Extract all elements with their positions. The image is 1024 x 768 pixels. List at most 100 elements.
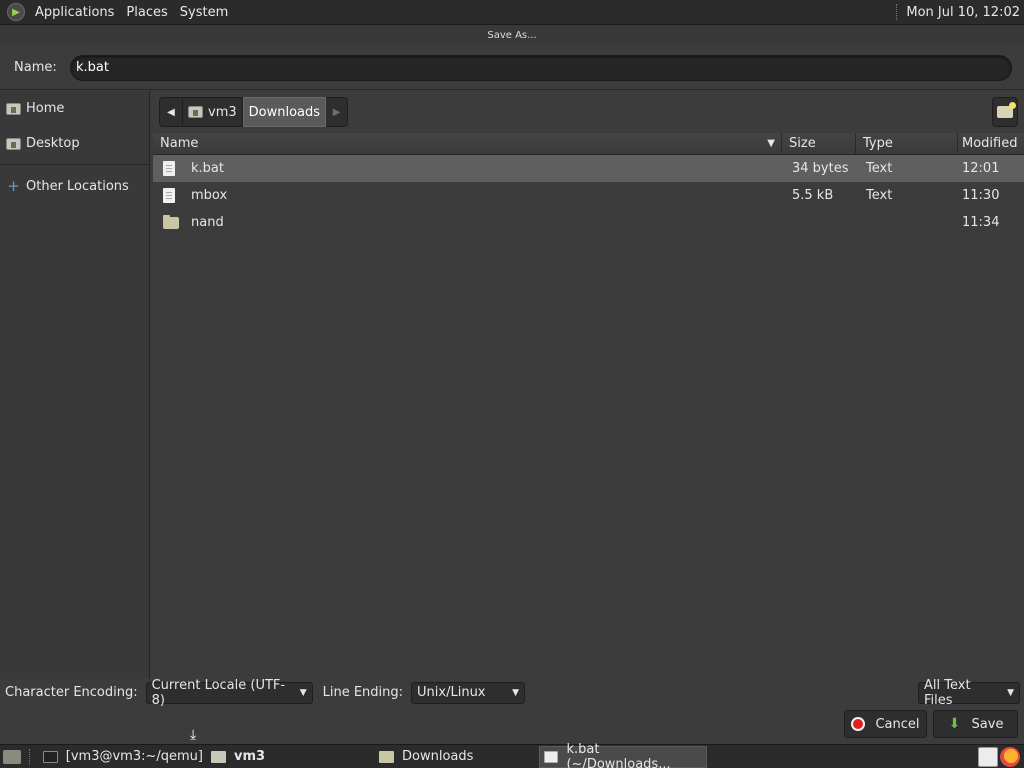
clock-area: Mon Jul 10, 12:02: [896, 0, 1024, 25]
file-row[interactable]: mbox 5.5 kB Text 11:30: [153, 182, 1024, 209]
save-label: Save: [971, 716, 1004, 732]
column-label: Modified: [962, 136, 1018, 151]
dropdown-arrow-icon: ▼: [1007, 687, 1014, 698]
encoding-dropdown[interactable]: Current Locale (UTF-8) ▼: [145, 678, 313, 708]
file-type: Text: [866, 161, 893, 176]
line-ending-value: Unix/Linux: [417, 685, 486, 700]
text-file-icon: [163, 188, 175, 203]
column-modified[interactable]: Modified: [958, 133, 1024, 155]
encoding-value: Current Locale (UTF-8): [151, 677, 286, 708]
column-label: Size: [789, 136, 816, 151]
menu-system[interactable]: System: [174, 5, 234, 20]
home-folder-icon: [6, 102, 21, 115]
file-browser: ◀ vm3 Downloads ▶ Name ▼ Size Type Modif…: [153, 91, 1024, 679]
places-sidebar: Home Desktop + Other Locations: [0, 91, 150, 679]
sidebar-item-other-locations[interactable]: + Other Locations: [0, 169, 149, 204]
sidebar-item-label: Home: [26, 101, 65, 116]
chevron-right-icon: ▶: [332, 106, 341, 118]
plus-icon: +: [7, 177, 20, 195]
column-header: Name ▼ Size Type Modified: [153, 132, 1024, 155]
line-ending-label: Line Ending:: [322, 685, 404, 700]
create-folder-button[interactable]: [992, 97, 1018, 127]
desktop-folder-icon: [6, 137, 21, 150]
text-editor-icon: [544, 750, 559, 763]
save-options: Character Encoding: Current Locale (UTF-…: [0, 678, 1024, 708]
file-row[interactable]: k.bat 34 bytes Text 12:01: [153, 155, 1024, 182]
terminal-icon: [43, 750, 58, 763]
save-button[interactable]: ⬇ Save: [933, 710, 1018, 738]
new-folder-icon: [997, 102, 1016, 118]
taskbar-item-terminal[interactable]: [vm3@vm3:~/qemu]: [39, 746, 207, 768]
sidebar-divider: [0, 164, 149, 165]
line-ending-dropdown[interactable]: Unix/Linux ▼: [411, 681, 526, 704]
menu-places[interactable]: Places: [120, 5, 173, 20]
dialog-title: Save As...: [0, 25, 1024, 46]
path-back-button[interactable]: ◀: [159, 97, 183, 127]
column-label: Type: [863, 136, 893, 151]
name-label: Name:: [14, 60, 57, 75]
home-folder-icon: [211, 750, 226, 763]
path-bar: ◀ vm3 Downloads ▶: [153, 91, 1024, 133]
taskbar: [vm3@vm3:~/qemu] vm3 Downloads k.bat (~/…: [0, 742, 1024, 768]
file-type: [856, 209, 958, 236]
home-folder-icon: [188, 106, 203, 118]
save-download-icon: ⬇: [948, 716, 961, 732]
path-forward-button[interactable]: ▶: [326, 97, 349, 127]
file-name-cell: mbox: [153, 182, 782, 209]
main-menu: ▶ Applications Places System: [0, 0, 234, 25]
top-panel: ▶ Applications Places System Mon Jul 10,…: [0, 0, 1024, 25]
name-row: Name:: [0, 46, 1024, 90]
file-name-cell: k.bat: [153, 155, 782, 182]
dropdown-arrow-icon: ▼: [299, 687, 307, 698]
sidebar-item-desktop[interactable]: Desktop: [0, 126, 149, 161]
filename-input[interactable]: [70, 54, 1012, 81]
taskbar-item-label: Downloads: [402, 749, 474, 764]
show-desktop-icon[interactable]: [3, 749, 21, 764]
taskbar-item-label: [vm3@vm3:~/qemu]: [65, 749, 203, 764]
text-editor-launcher-icon[interactable]: [978, 746, 998, 767]
taskbar-grip: [29, 748, 33, 765]
file-size: 5.5 kB: [792, 188, 834, 203]
sidebar-item-home[interactable]: Home: [0, 91, 149, 126]
panel-separator: [896, 4, 898, 20]
dropdown-arrow-icon: ▼: [512, 687, 520, 698]
column-type[interactable]: Type: [856, 132, 958, 155]
file-name-cell: nand: [153, 209, 782, 236]
file-list: Name ▼ Size Type Modified k.bat 34 bytes…: [153, 132, 1024, 679]
file-name: nand: [191, 215, 224, 230]
cancel-button[interactable]: Cancel: [844, 710, 927, 738]
column-label: Name: [160, 136, 199, 151]
app-menu-icon[interactable]: ▶: [7, 3, 25, 21]
file-modified: 12:01: [962, 161, 1000, 176]
taskbar-item-label: vm3: [234, 749, 266, 764]
text-file-icon: [163, 161, 175, 176]
sidebar-item-label: Desktop: [26, 136, 80, 151]
file-modified: 11:34: [962, 215, 1000, 230]
path-segment-downloads[interactable]: Downloads: [242, 97, 327, 127]
file-filter-dropdown[interactable]: All Text Files ▼: [918, 678, 1020, 708]
file-name: k.bat: [191, 161, 224, 176]
file-name: mbox: [191, 188, 228, 203]
path-segment-label: Downloads: [248, 104, 321, 120]
firefox-icon[interactable]: [1000, 746, 1020, 767]
column-size[interactable]: Size: [782, 132, 856, 155]
taskbar-item-downloads[interactable]: Downloads: [375, 746, 539, 768]
menu-applications[interactable]: Applications: [29, 5, 120, 20]
file-modified: 11:30: [962, 188, 1000, 203]
file-row[interactable]: nand 11:34: [153, 209, 1024, 236]
taskbar-item-vm3[interactable]: vm3: [207, 746, 375, 768]
folder-icon: [379, 750, 394, 763]
clock[interactable]: Mon Jul 10, 12:02: [906, 5, 1024, 20]
cancel-label: Cancel: [875, 716, 920, 732]
chevron-left-icon: ◀: [167, 106, 175, 118]
encoding-label: Character Encoding:: [5, 685, 138, 700]
taskbar-item-label: k.bat (~/Downloads...: [566, 741, 671, 768]
path-segment-vm3[interactable]: vm3: [183, 97, 243, 127]
sidebar-item-label: Other Locations: [26, 179, 129, 194]
path-segment-label: vm3: [208, 104, 237, 120]
file-filter-value: All Text Files: [924, 677, 971, 708]
file-size: [782, 209, 856, 236]
taskbar-item-editor[interactable]: k.bat (~/Downloads...: [539, 742, 707, 768]
file-type: Text: [866, 188, 893, 203]
column-name[interactable]: Name ▼: [153, 132, 782, 155]
